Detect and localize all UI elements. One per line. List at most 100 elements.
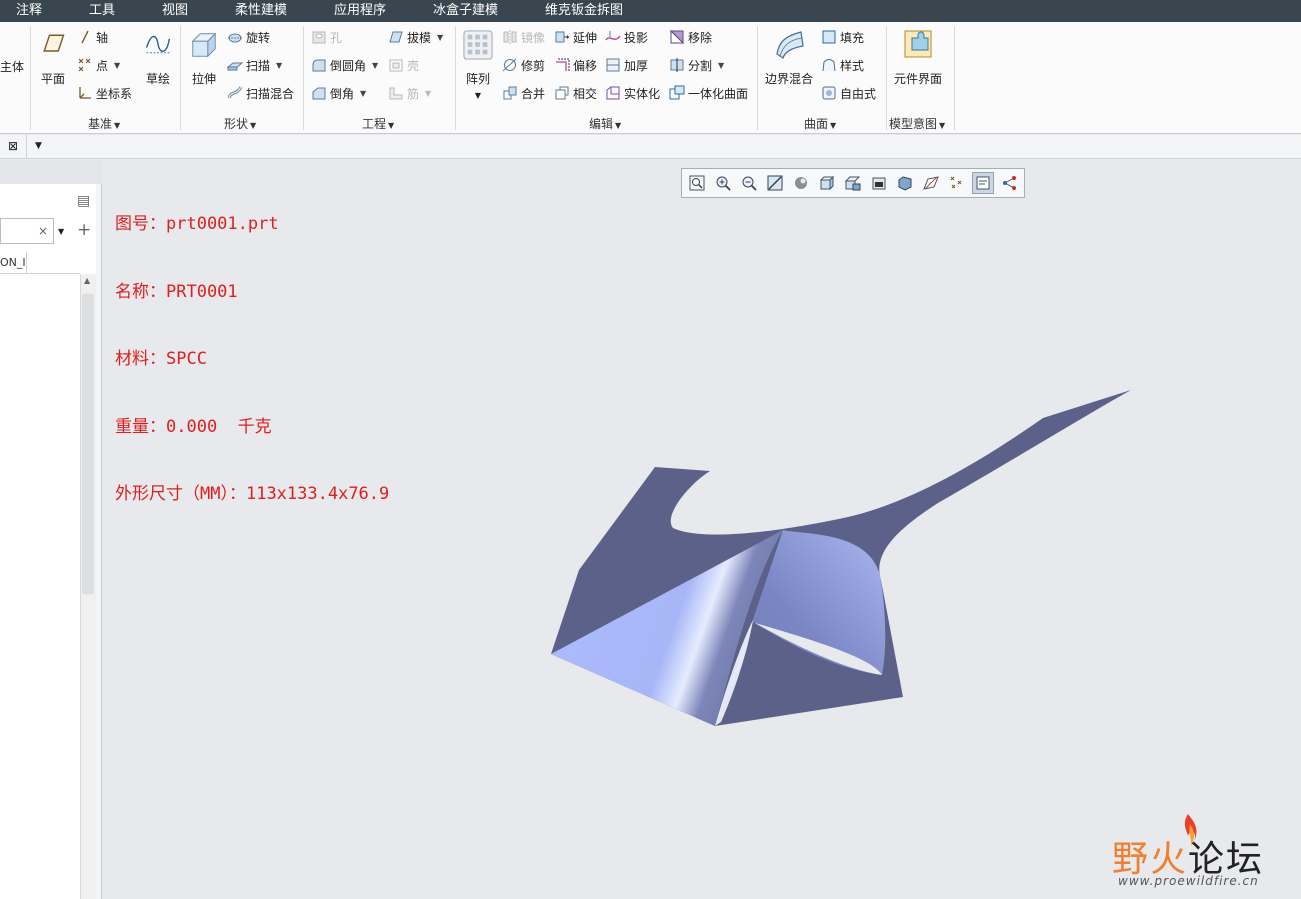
chevron-down-icon[interactable]: ▼ — [276, 61, 282, 70]
tree-column-header[interactable]: ON_I — [0, 252, 80, 274]
chevron-down-icon[interactable]: ▼ — [360, 89, 366, 98]
body-button[interactable]: 主体 — [0, 56, 24, 76]
saved-views-icon[interactable] — [816, 172, 838, 194]
info-dimensions: 外形尺寸（MM）：113x133.4x76.9 — [115, 484, 390, 504]
solidify-button[interactable]: 实体化 — [605, 83, 660, 103]
plane-display-icon[interactable] — [920, 172, 942, 194]
round-button[interactable]: 倒圆角 ▼ — [311, 55, 378, 75]
chevron-down-icon[interactable]: ▼ — [114, 61, 120, 70]
thicken-button[interactable]: 加厚 — [605, 55, 648, 75]
group-model-intent-label[interactable]: 模型意图 ▼ — [889, 115, 945, 132]
group-engineering-label[interactable]: 工程 ▼ — [362, 115, 394, 132]
axis-label: 轴 — [96, 30, 109, 45]
solidify-label: 实体化 — [624, 86, 661, 101]
display-style-icon[interactable] — [790, 172, 812, 194]
group-shapes-label[interactable]: 形状 ▼ — [224, 115, 256, 132]
sketch-button[interactable]: 草绘 — [143, 30, 173, 87]
plane-button[interactable]: 平面 — [37, 30, 69, 87]
group-separator — [303, 26, 304, 130]
csys-display-icon[interactable] — [998, 172, 1020, 194]
group-separator — [954, 26, 955, 130]
project-icon — [605, 31, 621, 41]
boundary-blend-button[interactable]: 边界混合 — [765, 28, 813, 87]
spin-center-icon[interactable] — [894, 172, 916, 194]
column-divider[interactable] — [26, 252, 27, 274]
draft-button[interactable]: 拔模 ▼ — [388, 27, 443, 47]
split-button[interactable]: 分割 ▼ — [669, 55, 724, 75]
component-interface-button[interactable]: 元件界面 — [894, 28, 942, 87]
zoom-in-icon[interactable] — [712, 172, 734, 194]
point-display-icon[interactable] — [946, 172, 968, 194]
tree-settings-icon[interactable]: ▤ — [77, 193, 90, 209]
menu-tools[interactable]: 工具 — [89, 0, 115, 22]
project-label: 投影 — [624, 30, 649, 45]
clear-search-icon[interactable]: × — [38, 224, 48, 238]
merge-button[interactable]: 合并 — [502, 83, 545, 103]
project-button[interactable]: 投影 — [605, 27, 648, 47]
menu-sheetmetal-unfold[interactable]: 维克钣金拆图 — [545, 0, 623, 22]
chamfer-button[interactable]: 倒角 ▼ — [311, 83, 366, 103]
add-filter-icon[interactable]: + — [77, 220, 91, 240]
sweep-button[interactable]: 扫描 ▼ — [227, 55, 282, 75]
chevron-down-icon[interactable]: ▼ — [437, 33, 443, 42]
style-button[interactable]: 样式 — [821, 55, 864, 75]
perspective-icon[interactable] — [868, 172, 890, 194]
csys-button[interactable]: 坐标系 — [77, 83, 132, 103]
extrude-button[interactable]: 拉伸 — [188, 30, 220, 87]
annotation-display-icon[interactable] — [972, 172, 994, 194]
point-icon — [78, 58, 91, 72]
offset-button[interactable]: 偏移 — [554, 55, 597, 75]
freestyle-label: 自由式 — [840, 86, 877, 101]
panel-tabs — [0, 160, 102, 184]
fill-button[interactable]: 填充 — [821, 27, 864, 47]
refit-icon[interactable] — [686, 172, 708, 194]
pattern-icon — [463, 30, 493, 60]
view-manager-icon[interactable] — [842, 172, 864, 194]
repaint-icon[interactable] — [764, 172, 786, 194]
group-separator — [455, 26, 456, 130]
chevron-down-icon[interactable]: ▼ — [475, 91, 481, 100]
chevron-down-icon[interactable]: ▼ — [372, 61, 378, 70]
group-surfaces-label[interactable]: 曲面 ▼ — [804, 115, 836, 132]
menu-view[interactable]: 视图 — [162, 0, 188, 22]
menu-annotate[interactable]: 注释 — [16, 0, 42, 22]
remove-button[interactable]: 移除 — [669, 27, 712, 47]
merge-icon — [503, 86, 517, 100]
chevron-down-icon[interactable]: ▼ — [718, 61, 724, 70]
chevron-down-icon[interactable]: ▼ — [425, 89, 431, 98]
merge-label: 合并 — [521, 86, 546, 101]
menu-icebox-modeling[interactable]: 冰盒子建模 — [433, 0, 498, 22]
hole-button[interactable]: 孔 — [311, 27, 342, 47]
close-panel-icon[interactable]: ⊠ — [8, 139, 18, 153]
revolve-icon — [228, 33, 242, 43]
scrollbar-thumb[interactable] — [82, 294, 94, 594]
pattern-button[interactable]: 阵列 ▼ — [463, 30, 493, 100]
group-datum-label[interactable]: 基准 ▼ — [88, 115, 120, 132]
mirror-button[interactable]: 镜像 — [502, 27, 545, 47]
point-label: 点 — [96, 58, 109, 73]
menu-flexible-modeling[interactable]: 柔性建模 — [235, 0, 287, 22]
revolve-button[interactable]: 旋转 — [227, 27, 270, 47]
point-button[interactable]: 点 ▼ — [77, 55, 120, 75]
intersect-button[interactable]: 相交 — [554, 83, 597, 103]
trim-button[interactable]: 修剪 — [502, 55, 545, 75]
ribbon: 主体 平面 轴 点 ▼ 坐标系 草绘 基准 ▼ 拉伸 旋转 扫描 ▼ 扫描混合 … — [0, 22, 1301, 134]
swept-blend-button[interactable]: 扫描混合 — [227, 83, 294, 103]
round-label: 倒圆角 — [330, 58, 367, 73]
freestyle-button[interactable]: 自由式 — [821, 83, 876, 103]
thicken-label: 加厚 — [624, 58, 649, 73]
chevron-down-icon[interactable]: ▼ — [35, 141, 42, 151]
scroll-up-icon[interactable]: ▲ — [84, 276, 90, 285]
axis-button[interactable]: 轴 — [77, 27, 108, 47]
zoom-out-icon[interactable] — [738, 172, 760, 194]
chevron-down-icon[interactable]: ▼ — [58, 227, 64, 236]
info-weight: 重量：0.000 千克 — [115, 416, 272, 437]
shell-button[interactable]: 壳 — [388, 55, 419, 75]
group-editing-label[interactable]: 编辑 ▼ — [589, 115, 621, 132]
unified-surface-button[interactable]: 一体化曲面 — [669, 83, 748, 103]
swept-blend-icon — [227, 86, 243, 99]
extend-button[interactable]: 延伸 — [554, 27, 597, 47]
info-drawing-number: 图号：prt0001.prt — [115, 214, 279, 234]
rib-button[interactable]: 筋 ▼ — [388, 83, 431, 103]
menu-applications[interactable]: 应用程序 — [334, 0, 386, 22]
